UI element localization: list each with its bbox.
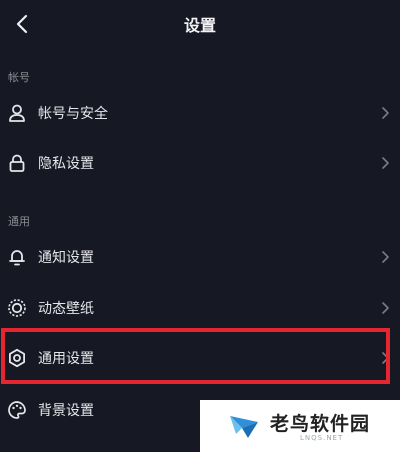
- row-label: 帐号与安全: [38, 106, 108, 122]
- back-arrow-icon: [16, 14, 28, 34]
- row-label: 通用设置: [38, 351, 94, 367]
- row-label: 背景设置: [38, 403, 94, 419]
- row-label: 动态壁纸: [38, 301, 94, 317]
- palette-icon: [6, 399, 28, 421]
- bird-logo-icon: [230, 416, 258, 438]
- user-icon: [6, 102, 28, 124]
- watermark-subtext: LNQS.NET: [300, 434, 344, 442]
- live-wallpaper-icon: [6, 297, 28, 319]
- chevron-right-icon: [382, 107, 389, 119]
- lock-icon: [6, 152, 28, 174]
- chevron-right-icon: [382, 302, 389, 314]
- section-label-general: 通用: [8, 215, 30, 228]
- row-label: 通知设置: [38, 250, 94, 266]
- row-general-settings[interactable]: 通用设置: [0, 334, 400, 382]
- watermark: 老鸟软件园 LNQS.NET: [200, 400, 400, 452]
- gear-icon: [6, 347, 28, 369]
- watermark-text: 老鸟软件园: [270, 413, 371, 435]
- row-privacy-settings[interactable]: 隐私设置: [0, 139, 400, 187]
- section-label-account: 帐号: [8, 71, 30, 84]
- row-live-wallpaper[interactable]: 动态壁纸: [0, 284, 400, 332]
- header-bar: 设置: [0, 0, 400, 48]
- row-notification-settings[interactable]: 通知设置: [0, 233, 400, 281]
- row-account-security[interactable]: 帐号与安全: [0, 89, 400, 137]
- chevron-right-icon: [382, 251, 389, 263]
- bell-icon: [6, 246, 28, 268]
- chevron-right-icon: [382, 352, 389, 364]
- back-button[interactable]: [6, 8, 38, 40]
- chevron-right-icon: [382, 157, 389, 169]
- row-label: 隐私设置: [38, 156, 94, 172]
- page-title: 设置: [183, 16, 216, 35]
